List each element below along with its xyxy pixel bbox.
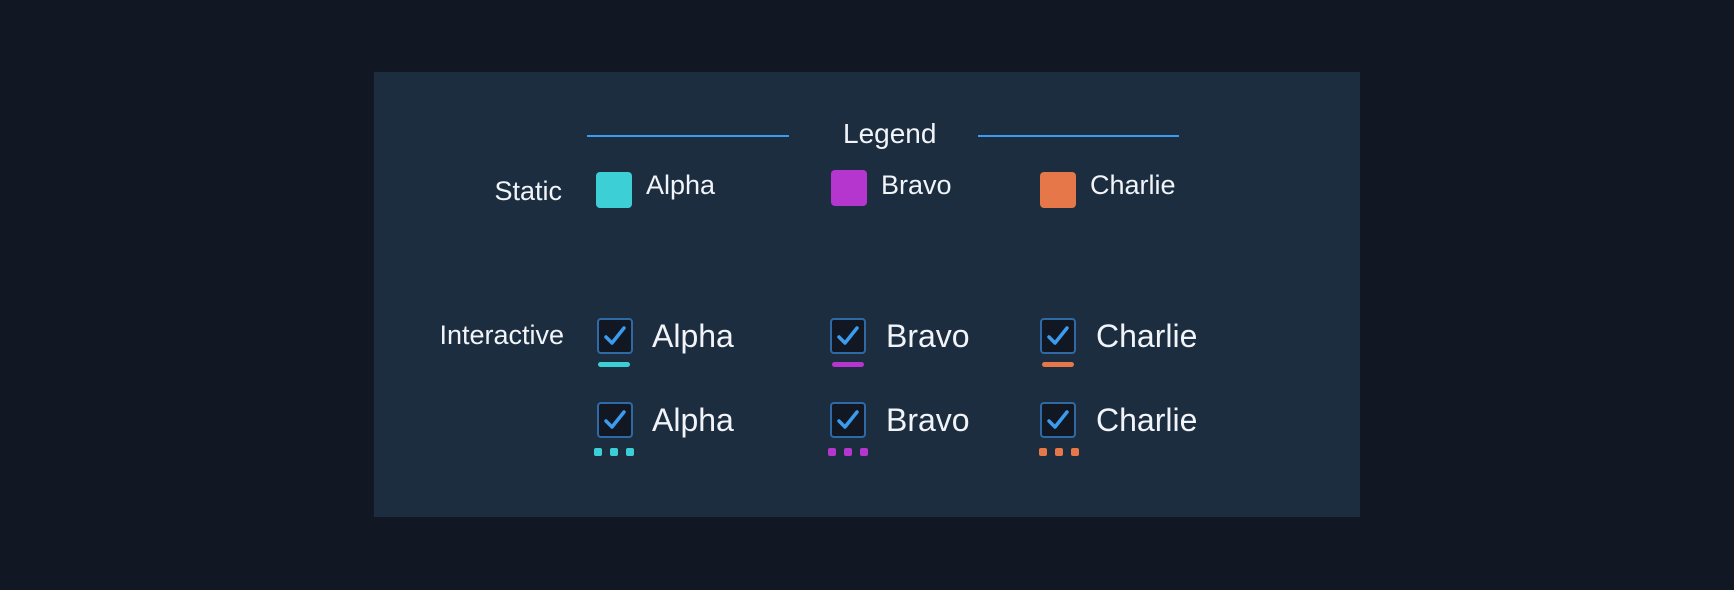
checkmark-icon [1047,326,1069,345]
legend-divider-right [978,135,1179,137]
checkbox-charlie-solid[interactable] [1040,318,1076,354]
legend-divider-left [587,135,789,137]
dot-marker-bravo [828,448,836,456]
static-row-label: Static [494,176,562,206]
checkbox-bravo-dotted[interactable] [830,402,866,438]
checkbox-label-alpha[interactable]: Alpha [652,402,734,439]
checkbox-label-charlie[interactable]: Charlie [1096,402,1197,439]
swatch-alpha [596,172,632,208]
checkmark-icon [604,326,626,345]
dot-marker-charlie [1055,448,1063,456]
checkmark-icon [837,326,859,345]
checkbox-alpha-solid[interactable] [597,318,633,354]
checkbox-charlie-dotted[interactable] [1040,402,1076,438]
static-label-bravo: Bravo [881,170,952,200]
checkbox-alpha-dotted[interactable] [597,402,633,438]
checkbox-label-bravo[interactable]: Bravo [886,318,970,355]
solid-line-marker-alpha [598,362,630,367]
dot-marker-charlie [1039,448,1047,456]
dot-marker-alpha [610,448,618,456]
solid-line-marker-bravo [832,362,864,367]
dot-marker-bravo [860,448,868,456]
solid-line-marker-charlie [1042,362,1074,367]
static-label-charlie: Charlie [1090,170,1176,200]
legend-title: Legend [843,118,937,149]
swatch-charlie [1040,172,1076,208]
static-label-alpha: Alpha [646,170,716,200]
interactive-row-label: Interactive [439,320,564,350]
checkmark-icon [837,410,859,429]
checkbox-label-bravo[interactable]: Bravo [886,402,970,439]
checkbox-label-charlie[interactable]: Charlie [1096,318,1197,355]
checkmark-icon [604,410,626,429]
dot-marker-alpha [626,448,634,456]
dot-marker-bravo [844,448,852,456]
dot-marker-charlie [1071,448,1079,456]
swatch-bravo [831,170,867,206]
dot-marker-alpha [594,448,602,456]
checkmark-icon [1047,410,1069,429]
checkbox-label-alpha[interactable]: Alpha [652,318,734,355]
checkbox-bravo-solid[interactable] [830,318,866,354]
